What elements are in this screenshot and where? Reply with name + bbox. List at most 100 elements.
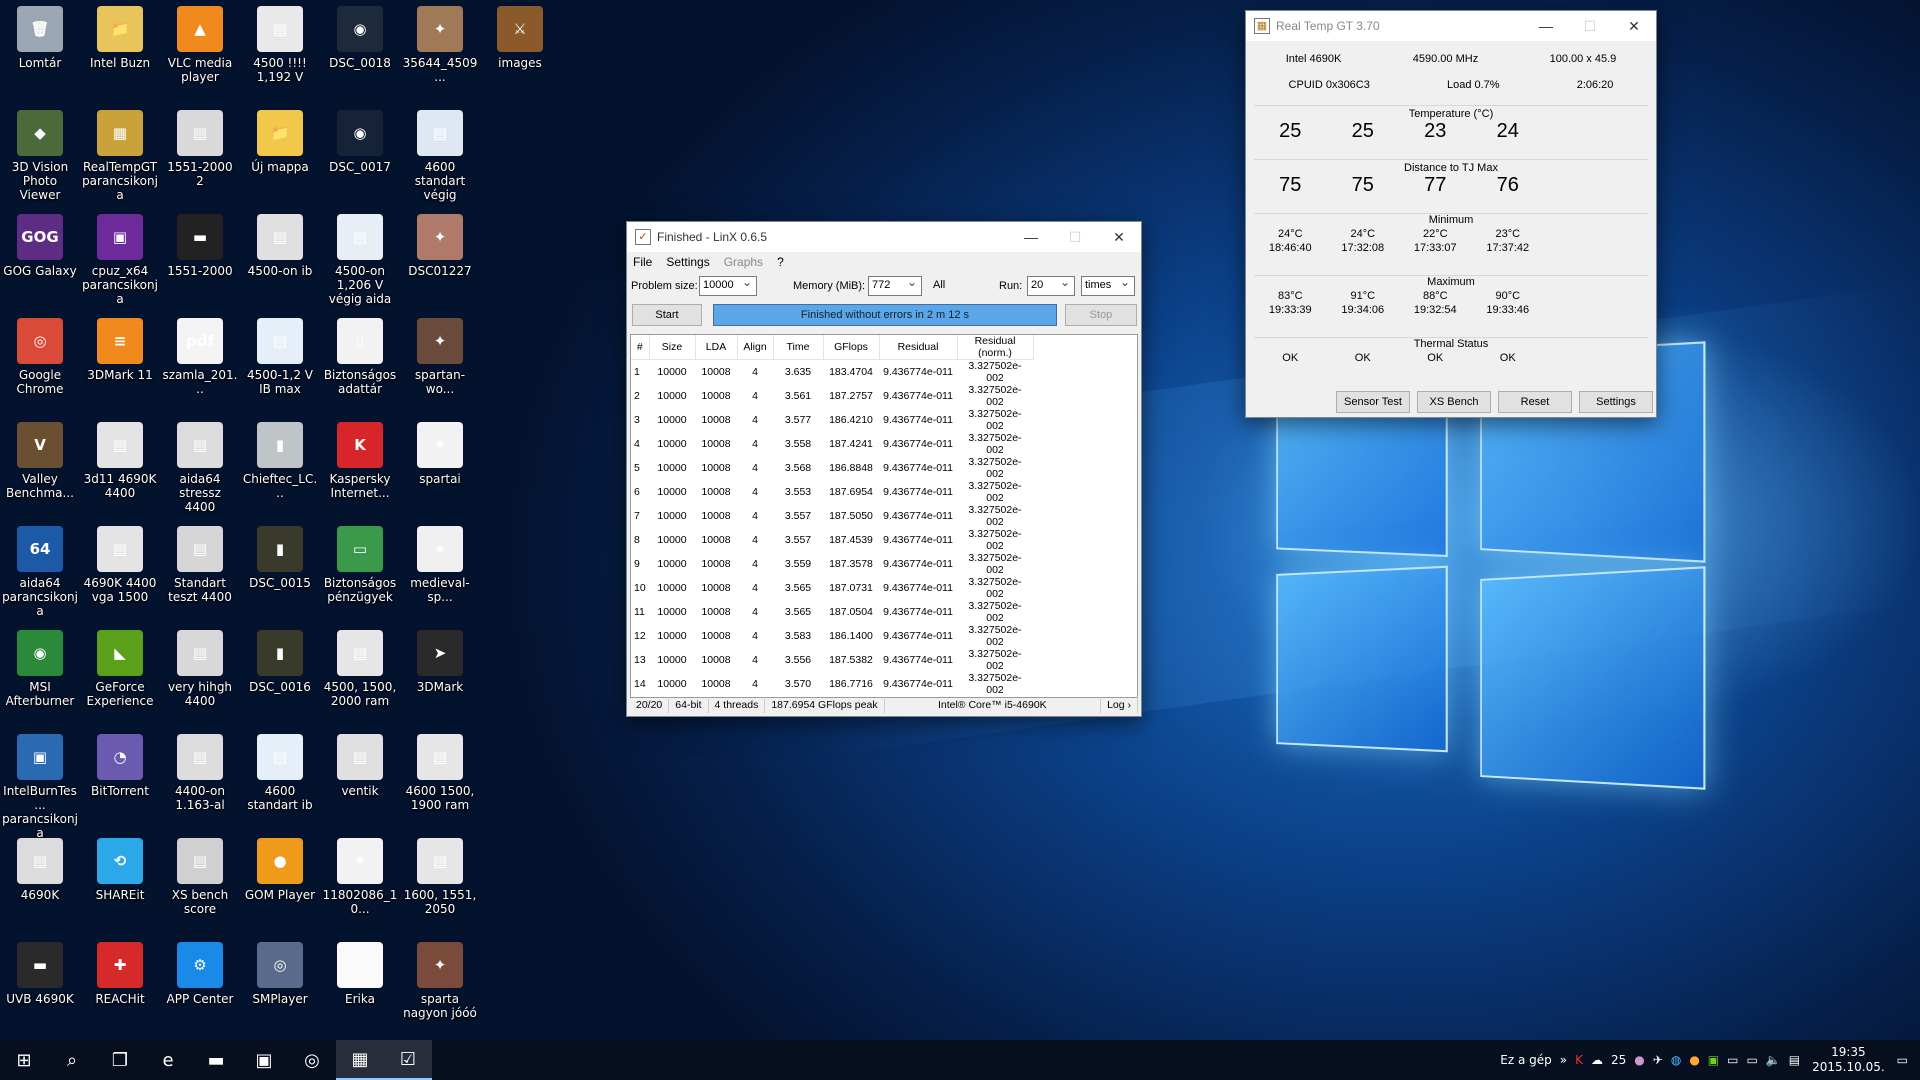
desktop-icon[interactable]: ▤ 4500-1,2 V IB max	[240, 312, 320, 416]
desktop-icon[interactable]: ▤ Standart teszt 4400	[160, 520, 240, 624]
table-row[interactable]: 11 10000 10008 4 3.565 187.0504 9.436774e-011 3…	[631, 600, 1033, 624]
column-header[interactable]: Size	[649, 335, 695, 360]
column-header[interactable]: #	[631, 335, 649, 360]
desktop-icon[interactable]: ◉ DSC_0018	[320, 0, 400, 104]
desktop-icon[interactable]: ▤ 4500, 1500, 2000 ram	[320, 624, 400, 728]
table-row[interactable]: 2 10000 10008 4 3.561 187.2757 9.436774e-011 3.…	[631, 384, 1033, 408]
desktop-icon[interactable]: ▤ 4400-on 1.163-al	[160, 728, 240, 832]
realtemp-window[interactable]: ▦ Real Temp GT 3.70 — ☐ ✕ Intel 4690K 45…	[1245, 10, 1657, 418]
problem-size-select[interactable]: 10000	[699, 276, 757, 296]
desktop-icon[interactable]: ◎ SMPlayer	[240, 936, 320, 1040]
xs-bench-button[interactable]: XS Bench	[1417, 391, 1491, 413]
table-row[interactable]: 4 10000 10008 4 3.558 187.4241 9.436774e-011 3.…	[631, 432, 1033, 456]
column-header[interactable]: Residual	[879, 335, 957, 360]
desktop-icon[interactable]: ▮ Chieftec_LC...	[240, 416, 320, 520]
desktop-icon[interactable]: ◉ DSC_0017	[320, 104, 400, 208]
desktop-icon[interactable]: ◉ MSI Afterburner	[0, 624, 80, 728]
desktop-icon[interactable]: ▬ 1551-2000	[160, 208, 240, 312]
table-row[interactable]: 13 10000 10008 4 3.556 187.5382 9.436774e-011 3…	[631, 648, 1033, 672]
search-button[interactable]: ⌕	[48, 1040, 96, 1080]
table-row[interactable]: 7 10000 10008 4 3.557 187.5050 9.436774e-011 3.…	[631, 504, 1033, 528]
desktop-icon[interactable]: ▤ ventik	[320, 728, 400, 832]
desktop-icon[interactable]: ▤ 4600 standart ib	[240, 728, 320, 832]
desktop-icon[interactable]: 🗑 Lomtár	[0, 0, 80, 104]
table-row[interactable]: 3 10000 10008 4 3.577 186.4210 9.436774e-011 3.…	[631, 408, 1033, 432]
nvidia-tray-icon[interactable]: ▣	[1708, 1053, 1719, 1067]
table-row[interactable]: 1 10000 10008 4 3.635 183.4704 9.436774e-011 3.…	[631, 360, 1033, 385]
sensor-test-button[interactable]: Sensor Test	[1336, 391, 1410, 413]
desktop-icon[interactable]: ✦ sparta nagyon jóóó	[400, 936, 480, 1040]
desktop-icon[interactable]: ▯ Biztonságos adattár	[320, 312, 400, 416]
desktop-icon[interactable]: ▤ aida64 stressz 4400	[160, 416, 240, 520]
desktop-icon[interactable]: ▦ RealTempGT parancsikonja	[80, 104, 160, 208]
app-tray-icon[interactable]: ●	[1634, 1053, 1644, 1067]
run-count-select[interactable]: 20	[1027, 276, 1075, 296]
desktop-icon[interactable]: ▣ IntelBurnTes... parancsikonja	[0, 728, 80, 832]
log-button[interactable]: Log ›	[1101, 697, 1138, 713]
desktop-icon[interactable]: ▤ 3d11 4690K 4400	[80, 416, 160, 520]
desktop-icon[interactable]: ◎ Google Chrome	[0, 312, 80, 416]
realtemp-taskbar-button[interactable]: ▦	[336, 1040, 384, 1080]
desktop-icon[interactable]: ✶ 11802086_10...	[320, 832, 400, 936]
desktop-icon[interactable]: ▤ 4500 !!!! 1,192 V	[240, 0, 320, 104]
desktop-icon[interactable]: ▭ Biztonságos pénzügyek	[320, 520, 400, 624]
edge-button[interactable]: e	[144, 1040, 192, 1080]
tray-label[interactable]: Ez a gép	[1500, 1053, 1551, 1067]
column-header[interactable]: Time	[773, 335, 823, 360]
desktop-icon[interactable]: ▤ 1600, 1551, 2050	[400, 832, 480, 936]
memory-select[interactable]: 772	[868, 276, 922, 296]
cloud-tray-icon[interactable]: ☁	[1591, 1053, 1603, 1067]
desktop-icon[interactable]: ▤ 4690K	[0, 832, 80, 936]
task-view-button[interactable]: ❐	[96, 1040, 144, 1080]
column-header[interactable]: GFlops	[823, 335, 879, 360]
store-button[interactable]: ▣	[240, 1040, 288, 1080]
desktop-icon[interactable]: 📁 Új mappa	[240, 104, 320, 208]
desktop-icon[interactable]: ▤ very hihgh 4400	[160, 624, 240, 728]
chrome-button[interactable]: ◎	[288, 1040, 336, 1080]
desktop-icon[interactable]: ✶ spartai	[400, 416, 480, 520]
temp-tray-value[interactable]: 25	[1611, 1053, 1626, 1067]
network-tray-icon[interactable]: ▭	[1727, 1053, 1738, 1067]
desktop-icon[interactable]: ● GOM Player	[240, 832, 320, 936]
desktop-icon[interactable]: V Valley Benchma...	[0, 416, 80, 520]
desktop-icon[interactable]: ▤ 4600 standart végig	[400, 104, 480, 208]
maximize-button[interactable]: ☐	[1568, 11, 1612, 41]
menu-file[interactable]: File	[633, 255, 652, 269]
desktop-icon[interactable]: ✦ DSC01227	[400, 208, 480, 312]
desktop-icon[interactable]: ▤ 4500-on 1,206 V végig aida	[320, 208, 400, 312]
shareit-tray-icon[interactable]: ◍	[1671, 1053, 1681, 1067]
minimize-button[interactable]: —	[1009, 222, 1053, 252]
settings-button[interactable]: Settings	[1579, 391, 1653, 413]
afterburner-tray-icon[interactable]: ✈	[1653, 1053, 1663, 1067]
desktop-icon[interactable]: ▤ 4600 1500, 1900 ram	[400, 728, 480, 832]
desktop-icon[interactable]: 64 aida64 parancsikonja	[0, 520, 80, 624]
desktop-icon[interactable]: ≡ 3DMark 11	[80, 312, 160, 416]
file-explorer-button[interactable]: ▬	[192, 1040, 240, 1080]
gom-tray-icon[interactable]: ●	[1689, 1053, 1699, 1067]
desktop-icon[interactable]: ▮ DSC_0016	[240, 624, 320, 728]
table-row[interactable]: 6 10000 10008 4 3.553 187.6954 9.436774e-011 3.…	[631, 480, 1033, 504]
display-tray-icon[interactable]: ▭	[1746, 1053, 1757, 1067]
desktop-icon[interactable]: ✦ spartan-wo...	[400, 312, 480, 416]
desktop-icon[interactable]: ▤ 4690K 4400 vga 1500	[80, 520, 160, 624]
table-row[interactable]: 12 10000 10008 4 3.583 186.1400 9.436774e-011 3…	[631, 624, 1033, 648]
desktop-icon[interactable]: K Kaspersky Internet...	[320, 416, 400, 520]
desktop-icon[interactable]: ▣ cpuz_x64 parancsikonja	[80, 208, 160, 312]
table-row[interactable]: 10 10000 10008 4 3.565 187.0731 9.436774e-011 3…	[631, 576, 1033, 600]
desktop-icon[interactable]: ▤ XS bench score	[160, 832, 240, 936]
desktop-icon[interactable]: pdf szamla_201...	[160, 312, 240, 416]
desktop-icon[interactable]: ▤ 1551-2000 2	[160, 104, 240, 208]
start-button[interactable]: ⊞	[0, 1040, 48, 1080]
desktop-icon[interactable]: ▲ VLC media player	[160, 0, 240, 104]
desktop-icon[interactable]: GOG GOG Galaxy	[0, 208, 80, 312]
clock[interactable]: 19:35 2015.10.05.	[1812, 1045, 1885, 1075]
desktop-icon[interactable]: ◔ BitTorrent	[80, 728, 160, 832]
column-header[interactable]: LDA	[695, 335, 737, 360]
table-row[interactable]: 5 10000 10008 4 3.568 186.8848 9.436774e-011 3.…	[631, 456, 1033, 480]
notifications-icon[interactable]: ▭	[1897, 1053, 1908, 1067]
linx-taskbar-button[interactable]: ☑	[384, 1040, 432, 1080]
column-header[interactable]: Align	[737, 335, 773, 360]
stop-button[interactable]: Stop	[1065, 304, 1137, 326]
menu-help[interactable]: ?	[777, 255, 784, 269]
desktop-icon[interactable]: 📁 Intel Buzn	[80, 0, 160, 104]
